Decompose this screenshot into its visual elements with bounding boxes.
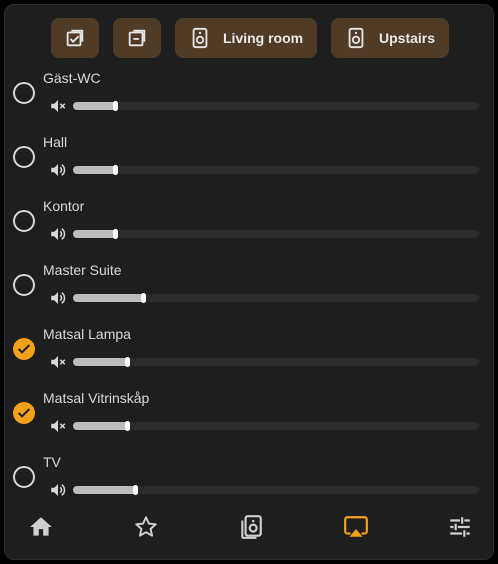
room-checkbox-checked[interactable] — [13, 338, 35, 360]
group-label: Upstairs — [379, 30, 436, 46]
room-row: Matsal Lampa — [5, 323, 493, 387]
volume-slider-thumb[interactable] — [113, 101, 118, 111]
room-row: Master Suite — [5, 259, 493, 323]
airplay-icon — [344, 516, 368, 537]
volume-slider-thumb[interactable] — [133, 485, 138, 495]
speaker-icon — [241, 515, 262, 539]
home-icon — [30, 517, 52, 536]
nav-speakers[interactable] — [237, 513, 265, 541]
room-row: Gäst-WC — [5, 67, 493, 131]
minus-box-icon — [128, 29, 146, 47]
volume-slider-fill — [73, 230, 118, 238]
group-living-room-button[interactable]: Living room — [175, 18, 317, 58]
volume-slider-thumb[interactable] — [125, 357, 130, 367]
volume-mute-icon[interactable] — [49, 417, 67, 435]
room-checkbox-checked[interactable] — [13, 402, 35, 424]
volume-icon[interactable] — [49, 161, 67, 179]
volume-slider-thumb[interactable] — [113, 165, 118, 175]
room-row: Hall — [5, 131, 493, 195]
select-none-button[interactable] — [113, 18, 161, 58]
volume-slider-fill — [73, 486, 138, 494]
volume-icon[interactable] — [49, 289, 67, 307]
room-row: Kontor — [5, 195, 493, 259]
room-row: Matsal Vitrinskåp — [5, 387, 493, 451]
volume-slider-thumb[interactable] — [113, 229, 118, 239]
checklist-icon — [66, 29, 84, 47]
volume-slider[interactable] — [73, 485, 479, 495]
bottom-nav — [5, 507, 493, 547]
volume-slider[interactable] — [73, 229, 479, 239]
sliders-icon — [450, 517, 470, 537]
volume-slider-fill — [73, 294, 146, 302]
star-icon — [135, 516, 157, 537]
volume-slider-fill — [73, 166, 118, 174]
volume-slider[interactable] — [73, 101, 479, 111]
volume-mute-icon[interactable] — [49, 353, 67, 371]
volume-slider[interactable] — [73, 421, 479, 431]
speaker-icon — [348, 27, 364, 49]
volume-slider-fill — [73, 102, 118, 110]
room-name: Kontor — [43, 198, 85, 214]
nav-favorites[interactable] — [132, 513, 160, 541]
volume-slider-thumb[interactable] — [141, 293, 146, 303]
room-checkbox[interactable] — [13, 210, 35, 232]
select-all-button[interactable] — [51, 18, 99, 58]
check-icon — [17, 408, 31, 418]
room-checkbox[interactable] — [13, 466, 35, 488]
toolbar: Living room Upstairs — [5, 18, 493, 58]
nav-settings[interactable] — [446, 513, 474, 541]
nav-airplay[interactable] — [342, 513, 370, 541]
room-name: Matsal Lampa — [43, 326, 131, 342]
check-icon — [17, 344, 31, 354]
volume-slider-fill — [73, 422, 130, 430]
group-upstairs-button[interactable]: Upstairs — [331, 18, 449, 58]
volume-icon[interactable] — [49, 481, 67, 499]
volume-slider[interactable] — [73, 293, 479, 303]
room-name: Master Suite — [43, 262, 122, 278]
room-checkbox[interactable] — [13, 82, 35, 104]
player-panel: Living room Upstairs Gäst-WC Hall Kontor Ma… — [4, 4, 494, 560]
room-checkbox[interactable] — [13, 274, 35, 296]
room-name: TV — [43, 454, 61, 470]
volume-slider-thumb[interactable] — [125, 421, 130, 431]
room-row: TV — [5, 451, 493, 515]
volume-slider[interactable] — [73, 357, 479, 367]
group-label: Living room — [223, 30, 304, 46]
room-name: Hall — [43, 134, 68, 150]
room-checkbox[interactable] — [13, 146, 35, 168]
room-name: Gäst-WC — [43, 70, 101, 86]
speaker-icon — [192, 27, 208, 49]
volume-slider[interactable] — [73, 165, 479, 175]
nav-home[interactable] — [27, 513, 55, 541]
room-name: Matsal Vitrinskåp — [43, 390, 150, 406]
volume-mute-icon[interactable] — [49, 97, 67, 115]
volume-icon[interactable] — [49, 225, 67, 243]
volume-slider-fill — [73, 358, 130, 366]
